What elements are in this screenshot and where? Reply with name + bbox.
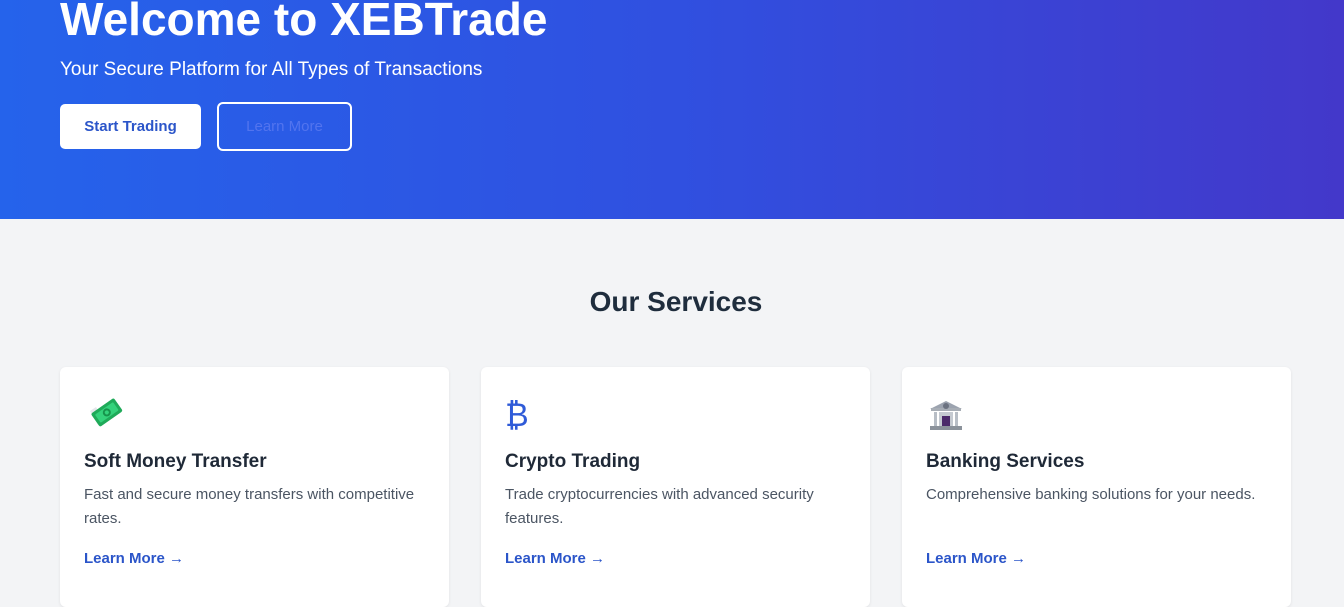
hero-title: Welcome to XEBTrade xyxy=(60,0,548,45)
bitcoin-glyph: ₿ xyxy=(505,396,529,434)
service-card-banking: Banking Services Comprehensive banking s… xyxy=(902,367,1291,607)
learn-more-button[interactable]: Learn More xyxy=(217,102,352,151)
money-with-wings-icon xyxy=(84,395,124,435)
hero-subtitle: Your Secure Platform for All Types of Tr… xyxy=(60,59,483,80)
card-description: Comprehensive banking solutions for your… xyxy=(926,486,1256,503)
card-learn-more-link[interactable]: Learn More → xyxy=(84,548,184,570)
bank-icon xyxy=(926,395,966,435)
service-card-money-transfer: Soft Money Transfer Fast and secure mone… xyxy=(60,367,449,607)
bitcoin-icon: ₿ xyxy=(505,395,545,435)
service-card-crypto-trading: ₿ Crypto Trading Trade cryptocurrencies … xyxy=(481,367,870,607)
services-title: Our Services xyxy=(589,286,763,317)
card-learn-more-link[interactable]: Learn More → xyxy=(926,548,1026,570)
hero-section: Welcome to XEBTrade Your Secure Platform… xyxy=(0,0,1344,219)
card-title: Soft Money Transfer xyxy=(84,451,267,472)
card-title: Crypto Trading xyxy=(505,451,641,472)
start-trading-button[interactable]: Start Trading xyxy=(60,104,201,149)
card-description: Trade cryptocurrencies with advanced sec… xyxy=(505,486,814,527)
card-description: Fast and secure money transfers with com… xyxy=(84,486,415,527)
card-title: Banking Services xyxy=(926,451,1085,472)
card-learn-more-link[interactable]: Learn More → xyxy=(505,548,605,570)
